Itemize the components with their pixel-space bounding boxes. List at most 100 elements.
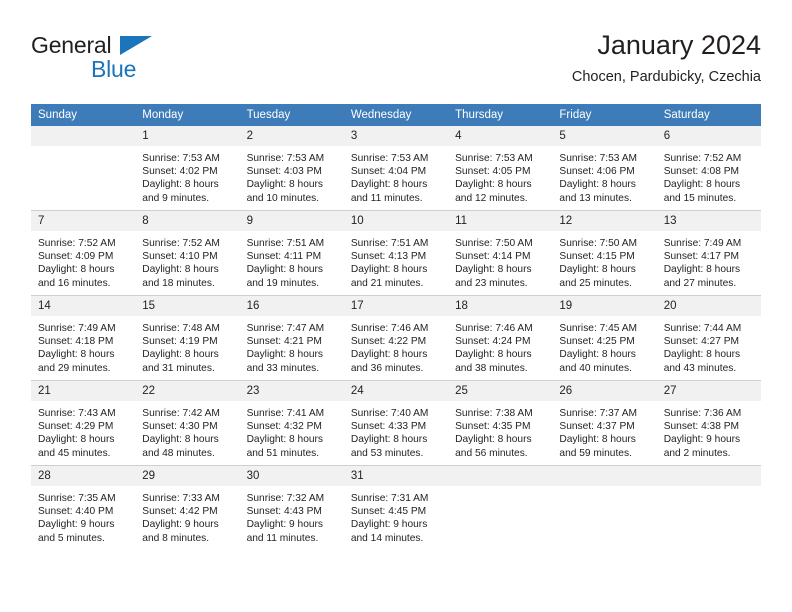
- daylight-text: Daylight: 8 hours and 16 minutes.: [38, 264, 115, 289]
- day-number: 30: [239, 466, 344, 486]
- sunset-text: Sunset: 4:15 PM: [559, 251, 635, 263]
- daylight-text: Daylight: 8 hours and 40 minutes.: [559, 349, 636, 374]
- calendar-header-row: Sunday Monday Tuesday Wednesday Thursday…: [31, 104, 761, 126]
- sunrise-text: Sunrise: 7:50 AM: [455, 238, 533, 249]
- calendar-day-cell[interactable]: 13 Sunrise: 7:49 AM Sunset: 4:17 PM Dayligh…: [656, 210, 761, 296]
- day-details: Sunrise: 7:50 AM Sunset: 4:14 PM Daylight:…: [448, 231, 552, 290]
- sunrise-text: Sunrise: 7:51 AM: [246, 238, 325, 249]
- daylight-text: Daylight: 8 hours and 27 minutes.: [663, 264, 741, 289]
- daylight-text: Daylight: 8 hours and 23 minutes.: [455, 264, 532, 289]
- title-block: January 2024 Chocen, Pardubicky, Czechia: [572, 28, 761, 86]
- sunrise-text: Sunrise: 7:53 AM: [559, 153, 637, 164]
- calendar-week-row: 28 Sunrise: 7:35 AM Sunset: 4:40 PM Dayligh…: [31, 465, 761, 550]
- day-details: Sunrise: 7:53 AM Sunset: 4:06 PM Daylight:…: [552, 146, 656, 205]
- daylight-text: Daylight: 9 hours and 8 minutes.: [142, 519, 219, 544]
- sunrise-text: Sunrise: 7:37 AM: [559, 408, 637, 419]
- day-number: 4: [448, 126, 553, 146]
- day-number: 20: [656, 296, 761, 316]
- daylight-text: Daylight: 8 hours and 51 minutes.: [246, 434, 324, 459]
- sunrise-text: Sunrise: 7:40 AM: [350, 408, 429, 419]
- day-number: 29: [135, 466, 240, 486]
- sunrise-text: Sunrise: 7:35 AM: [38, 493, 116, 504]
- sunset-text: Sunset: 4:30 PM: [142, 421, 218, 433]
- daylight-text: Daylight: 9 hours and 14 minutes.: [350, 519, 428, 544]
- general-blue-logo[interactable]: General Blue: [31, 32, 231, 88]
- day-details: Sunrise: 7:52 AM Sunset: 4:08 PM Daylight:…: [657, 146, 761, 205]
- calendar-week-row: 7 Sunrise: 7:52 AM Sunset: 4:09 PM Daylight…: [31, 210, 761, 296]
- day-details: Sunrise: 7:52 AM Sunset: 4:09 PM Daylight:…: [31, 231, 135, 290]
- calendar-day-cell[interactable]: 24 Sunrise: 7:40 AM Sunset: 4:33 PM Dayligh…: [343, 380, 449, 466]
- calendar-day-cell[interactable]: 8 Sunrise: 7:52 AM Sunset: 4:10 PM Daylight…: [135, 210, 240, 296]
- day-details: Sunrise: 7:38 AM Sunset: 4:35 PM Daylight:…: [448, 401, 552, 460]
- calendar-day-cell[interactable]: 26 Sunrise: 7:37 AM Sunset: 4:37 PM Dayligh…: [552, 380, 657, 466]
- day-number: 14: [31, 296, 136, 316]
- calendar-day-cell[interactable]: 27 Sunrise: 7:36 AM Sunset: 4:38 PM Dayligh…: [656, 380, 761, 466]
- daylight-text: Daylight: 8 hours and 56 minutes.: [455, 434, 532, 459]
- calendar-day-cell[interactable]: 30 Sunrise: 7:32 AM Sunset: 4:43 PM Dayligh…: [239, 465, 344, 550]
- calendar-day-cell[interactable]: 28 Sunrise: 7:35 AM Sunset: 4:40 PM Dayligh…: [31, 465, 136, 550]
- calendar-day-cell[interactable]: 31 Sunrise: 7:31 AM Sunset: 4:45 PM Dayligh…: [343, 465, 449, 550]
- day-number: [656, 466, 761, 486]
- day-details: Sunrise: 7:37 AM Sunset: 4:37 PM Daylight:…: [552, 401, 656, 460]
- calendar-day-cell[interactable]: 5 Sunrise: 7:53 AM Sunset: 4:06 PM Daylight…: [552, 126, 657, 211]
- calendar-day-cell[interactable]: 23 Sunrise: 7:41 AM Sunset: 4:32 PM Dayligh…: [239, 380, 344, 466]
- calendar-day-cell[interactable]: 14 Sunrise: 7:49 AM Sunset: 4:18 PM Dayligh…: [31, 295, 136, 381]
- daylight-text: Daylight: 8 hours and 12 minutes.: [455, 179, 532, 204]
- sunrise-text: Sunrise: 7:49 AM: [663, 238, 742, 249]
- sunset-text: Sunset: 4:17 PM: [663, 251, 740, 263]
- calendar-day-cell[interactable]: 22 Sunrise: 7:42 AM Sunset: 4:30 PM Dayligh…: [135, 380, 240, 466]
- calendar-day-cell[interactable]: 21 Sunrise: 7:43 AM Sunset: 4:29 PM Dayligh…: [31, 380, 136, 466]
- calendar-day-cell[interactable]: 11 Sunrise: 7:50 AM Sunset: 4:14 PM Dayligh…: [448, 210, 553, 296]
- calendar-day-cell[interactable]: 18 Sunrise: 7:46 AM Sunset: 4:24 PM Dayligh…: [448, 295, 553, 381]
- sunrise-text: Sunrise: 7:52 AM: [142, 238, 220, 249]
- sunset-text: Sunset: 4:03 PM: [246, 166, 322, 178]
- calendar-day-cell[interactable]: 16 Sunrise: 7:47 AM Sunset: 4:21 PM Dayligh…: [239, 295, 344, 381]
- day-details: Sunrise: 7:51 AM Sunset: 4:13 PM Daylight:…: [344, 231, 448, 290]
- calendar-day-cell[interactable]: 29 Sunrise: 7:33 AM Sunset: 4:42 PM Dayligh…: [135, 465, 240, 550]
- daylight-text: Daylight: 8 hours and 10 minutes.: [246, 179, 324, 204]
- calendar-day-cell[interactable]: 2 Sunrise: 7:53 AM Sunset: 4:03 PM Daylight…: [239, 126, 344, 211]
- calendar-day-cell[interactable]: 6 Sunrise: 7:52 AM Sunset: 4:08 PM Daylight…: [656, 126, 761, 211]
- calendar-day-cell[interactable]: 10 Sunrise: 7:51 AM Sunset: 4:13 PM Dayligh…: [343, 210, 449, 296]
- calendar-body: 1 Sunrise: 7:53 AM Sunset: 4:02 PM Daylight…: [31, 126, 761, 550]
- calendar-day-cell[interactable]: 25 Sunrise: 7:38 AM Sunset: 4:35 PM Dayligh…: [448, 380, 553, 466]
- day-details: Sunrise: 7:53 AM Sunset: 4:02 PM Daylight:…: [135, 146, 239, 205]
- day-details: Sunrise: 7:32 AM Sunset: 4:43 PM Daylight:…: [240, 486, 344, 545]
- day-details: Sunrise: 7:51 AM Sunset: 4:11 PM Daylight:…: [240, 231, 344, 290]
- logo-text-general: General: [31, 32, 112, 58]
- calendar-day-cell[interactable]: 20 Sunrise: 7:44 AM Sunset: 4:27 PM Dayligh…: [656, 295, 761, 381]
- sunrise-text: Sunrise: 7:47 AM: [246, 323, 325, 334]
- sunrise-text: Sunrise: 7:46 AM: [350, 323, 429, 334]
- daylight-text: Daylight: 8 hours and 21 minutes.: [350, 264, 428, 289]
- sunrise-text: Sunrise: 7:53 AM: [455, 153, 533, 164]
- sunrise-text: Sunrise: 7:41 AM: [246, 408, 325, 419]
- sunset-text: Sunset: 4:06 PM: [559, 166, 635, 178]
- daylight-text: Daylight: 8 hours and 18 minutes.: [142, 264, 219, 289]
- sunset-text: Sunset: 4:13 PM: [350, 251, 427, 263]
- calendar-day-cell[interactable]: 19 Sunrise: 7:45 AM Sunset: 4:25 PM Dayligh…: [552, 295, 657, 381]
- sunset-text: Sunset: 4:19 PM: [142, 336, 218, 348]
- day-details: Sunrise: 7:41 AM Sunset: 4:32 PM Daylight:…: [240, 401, 344, 460]
- calendar-day-cell[interactable]: 1 Sunrise: 7:53 AM Sunset: 4:02 PM Daylight…: [135, 126, 240, 211]
- sunrise-text: Sunrise: 7:53 AM: [142, 153, 220, 164]
- calendar-day-cell[interactable]: 7 Sunrise: 7:52 AM Sunset: 4:09 PM Daylight…: [31, 210, 136, 296]
- day-number: 16: [239, 296, 344, 316]
- sunrise-text: Sunrise: 7:32 AM: [246, 493, 325, 504]
- calendar-day-cell[interactable]: 12 Sunrise: 7:50 AM Sunset: 4:15 PM Dayligh…: [552, 210, 657, 296]
- sunrise-text: Sunrise: 7:36 AM: [663, 408, 742, 419]
- calendar-day-cell[interactable]: 17 Sunrise: 7:46 AM Sunset: 4:22 PM Dayligh…: [343, 295, 449, 381]
- calendar-day-cell[interactable]: 15 Sunrise: 7:48 AM Sunset: 4:19 PM Dayligh…: [135, 295, 240, 381]
- sunrise-text: Sunrise: 7:31 AM: [350, 493, 429, 504]
- calendar-day-cell[interactable]: 9 Sunrise: 7:51 AM Sunset: 4:11 PM Daylight…: [239, 210, 344, 296]
- day-number: [448, 466, 553, 486]
- day-details: Sunrise: 7:53 AM Sunset: 4:03 PM Daylight:…: [240, 146, 344, 205]
- day-details: Sunrise: 7:36 AM Sunset: 4:38 PM Daylight:…: [657, 401, 761, 460]
- day-details: Sunrise: 7:31 AM Sunset: 4:45 PM Daylight:…: [344, 486, 448, 545]
- daylight-text: Daylight: 8 hours and 38 minutes.: [455, 349, 532, 374]
- day-number: 15: [135, 296, 240, 316]
- daylight-text: Daylight: 9 hours and 5 minutes.: [38, 519, 115, 544]
- calendar-day-cell[interactable]: 3 Sunrise: 7:53 AM Sunset: 4:04 PM Daylight…: [343, 126, 449, 211]
- calendar-day-cell[interactable]: 4 Sunrise: 7:53 AM Sunset: 4:05 PM Daylight…: [448, 126, 553, 211]
- sunrise-text: Sunrise: 7:38 AM: [455, 408, 533, 419]
- sunrise-text: Sunrise: 7:33 AM: [142, 493, 220, 504]
